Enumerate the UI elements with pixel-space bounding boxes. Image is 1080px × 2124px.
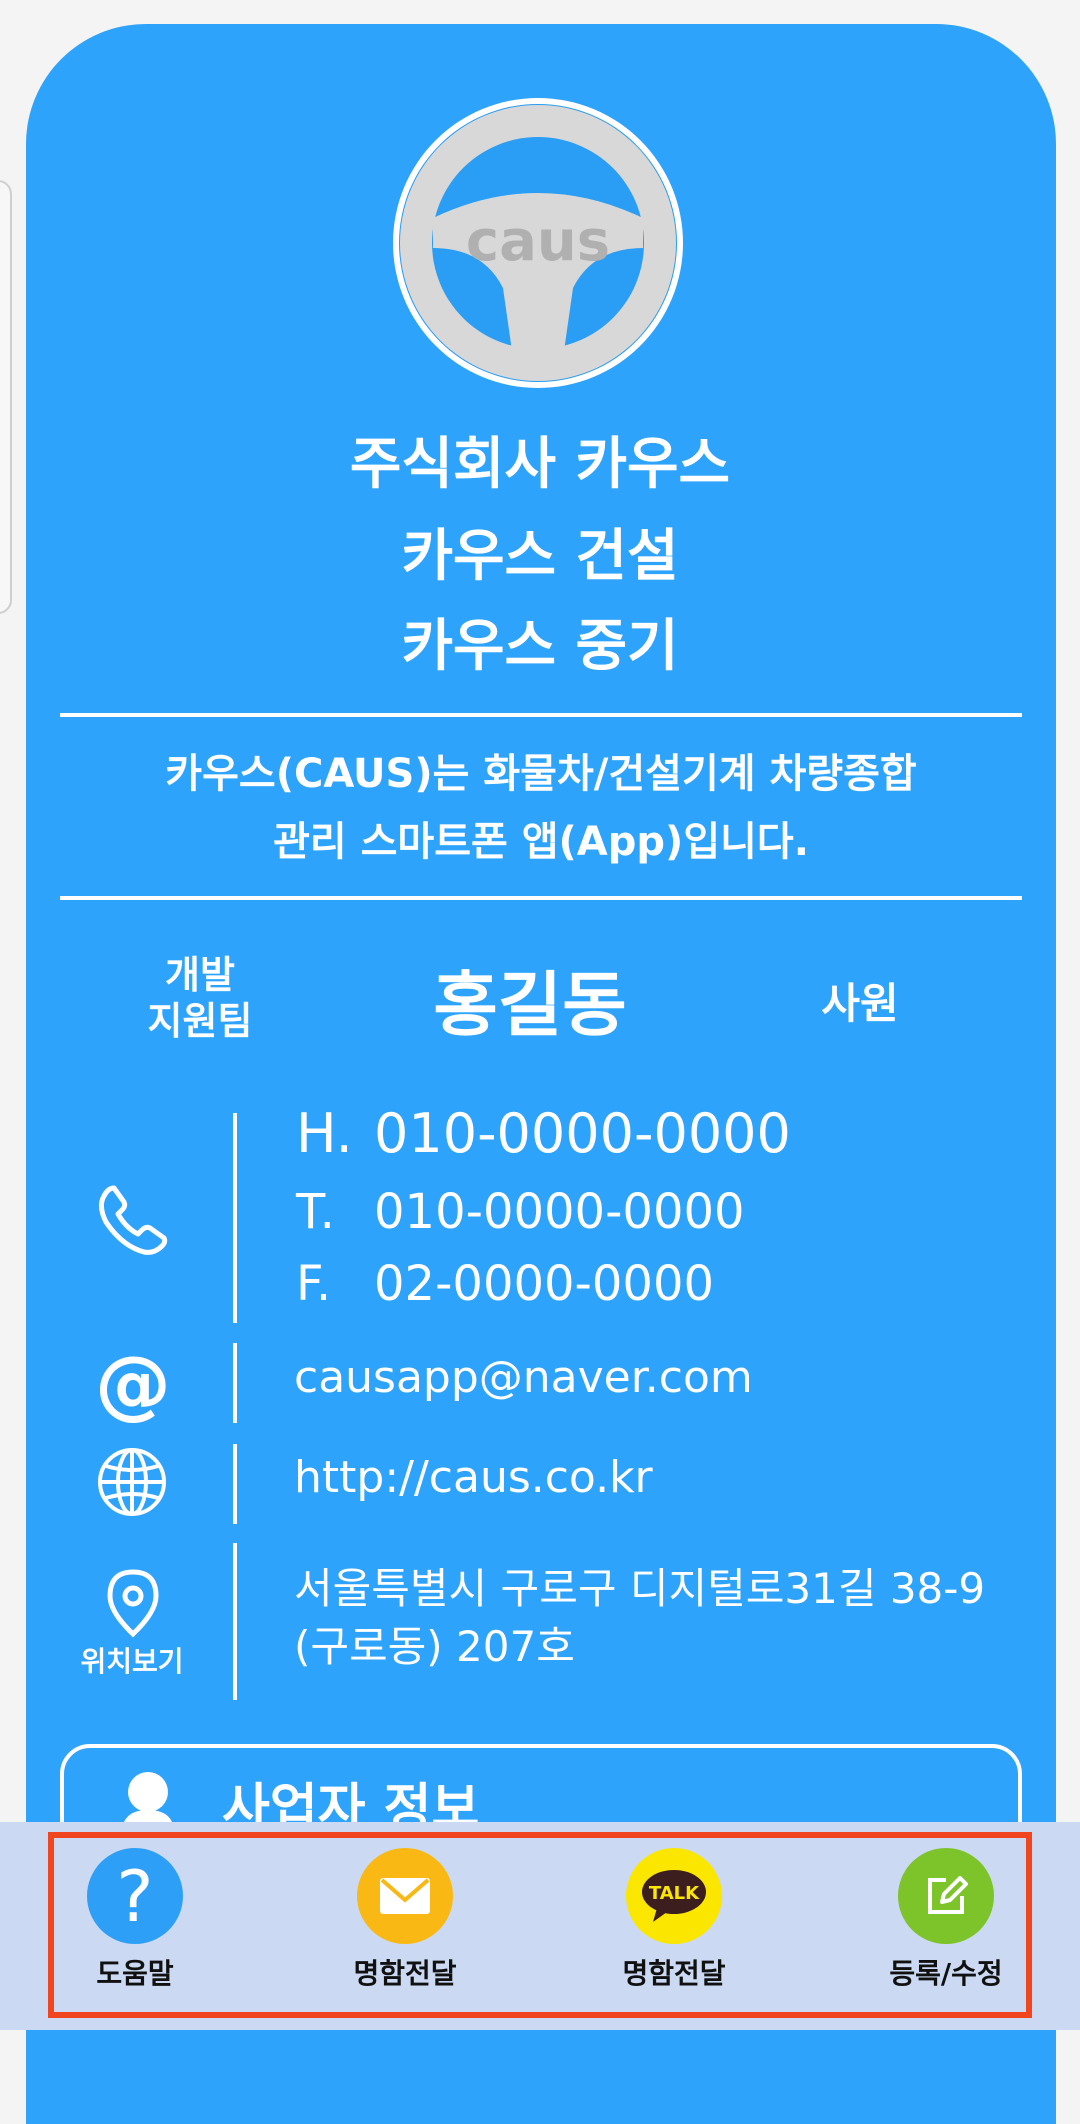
department-line-2: 지원팀 — [147, 999, 253, 1043]
globe-icon[interactable] — [96, 1446, 168, 1522]
location-pin-icon[interactable] — [106, 1568, 160, 1642]
divider-bottom — [60, 896, 1022, 900]
register-edit-label: 등록/수정 — [889, 1957, 1003, 1990]
caus-logo: caus — [393, 98, 683, 388]
send-card-mail-label: 명함전달 — [353, 1957, 457, 1990]
website-url[interactable]: http://caus.co.kr — [294, 1452, 653, 1503]
description-line-2: 관리 스마트폰 앱(App)입니다. — [273, 819, 809, 865]
mobile-number[interactable]: 010-0000-0000 — [374, 1102, 791, 1165]
phone-icon[interactable] — [96, 1182, 170, 1260]
website-divider — [233, 1444, 237, 1524]
address-line-1: 서울특별시 구로구 디지털로31길 38-9 — [294, 1564, 986, 1613]
help-label: 도움말 — [96, 1957, 174, 1990]
help-icon: ? — [87, 1848, 183, 1944]
company-name-3: 카우스 중기 — [401, 614, 679, 679]
kakao-icon-text: TALK — [649, 1883, 700, 1904]
help-button[interactable]: ? 도움말 — [35, 1848, 235, 1992]
email-icon[interactable]: @ — [94, 1339, 172, 1428]
register-edit-button[interactable]: 등록/수정 — [846, 1848, 1046, 1992]
send-card-mail-button[interactable]: 명함전달 — [305, 1848, 505, 1992]
department-line-1: 개발 — [165, 953, 235, 997]
divider-top — [60, 713, 1022, 717]
kakao-talk-icon: TALK — [626, 1848, 722, 1944]
app-description: 카우스(CAUS)는 화물차/건설기계 차량종합 관리 스마트폰 앱(App)입… — [60, 740, 1022, 876]
send-card-kakao-label: 명함전달 — [622, 1957, 726, 1990]
fax-number: 02-0000-0000 — [374, 1256, 715, 1312]
address-divider — [233, 1543, 237, 1700]
logo-text: caus — [466, 209, 610, 274]
company-name-1: 주식회사 카우스 — [349, 432, 731, 497]
view-location-link[interactable]: 위치보기 — [72, 1640, 192, 1680]
svg-text:@: @ — [95, 1346, 171, 1424]
description-line-1: 카우스(CAUS)는 화물차/건설기계 차량종합 — [165, 751, 917, 797]
mail-icon — [357, 1848, 453, 1944]
tel-label: T. — [296, 1184, 335, 1240]
email-divider — [233, 1343, 237, 1423]
address-line-2: (구로동) 207호 — [294, 1622, 575, 1671]
email-address[interactable]: causapp@naver.com — [294, 1352, 753, 1403]
person-rank: 사원 — [821, 979, 899, 1028]
address: 서울특별시 구로구 디지털로31길 38-9 (구로동) 207호 — [294, 1560, 985, 1676]
send-card-kakao-button[interactable]: TALK 명함전달 — [574, 1848, 774, 1992]
tel-number[interactable]: 010-0000-0000 — [374, 1184, 745, 1240]
phone-divider — [233, 1113, 237, 1323]
department: 개발 지원팀 — [110, 952, 290, 1044]
person-name: 홍길동 — [433, 964, 627, 1046]
company-name-2: 카우스 건설 — [401, 524, 679, 589]
mobile-label: H. — [296, 1102, 353, 1165]
svg-text:?: ? — [116, 1861, 153, 1931]
edit-icon — [898, 1848, 994, 1944]
fax-label: F. — [296, 1256, 332, 1312]
